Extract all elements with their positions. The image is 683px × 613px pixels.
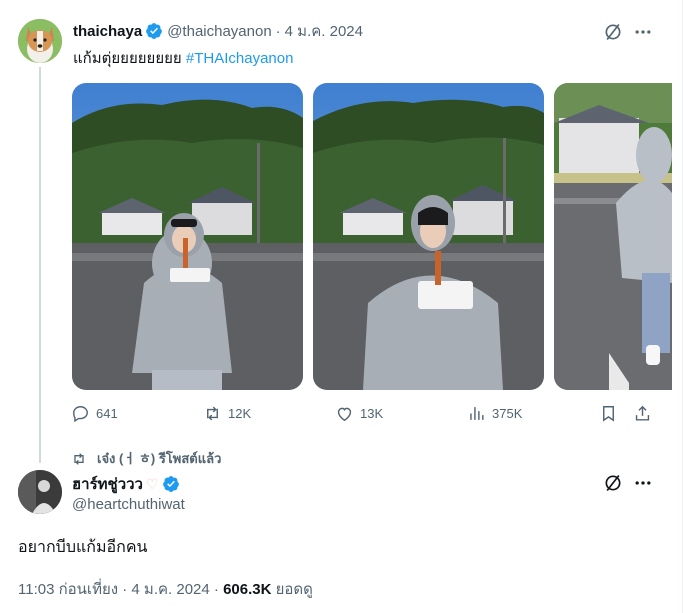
- dog-avatar-image: [18, 19, 62, 63]
- tweet-text: แก้มตุ่ยยยยยยยย #THAIchayanon: [73, 46, 293, 70]
- tweet-photo-2[interactable]: [313, 83, 544, 390]
- verified-badge-icon: [146, 23, 163, 39]
- views-count: 606.3K: [223, 581, 272, 598]
- more-icon[interactable]: [632, 472, 654, 494]
- like-button[interactable]: 13K: [335, 404, 383, 423]
- grok-icon[interactable]: [602, 21, 624, 43]
- user-avatar-image: [18, 470, 62, 514]
- reply-count: 641: [96, 406, 118, 421]
- repost-icon: [74, 452, 84, 465]
- views-button[interactable]: 375K: [467, 404, 522, 423]
- handle[interactable]: @heartchuthiwat: [72, 496, 185, 513]
- like-icon: [337, 407, 352, 422]
- tweet-author: ฮาร์ทชู่ววว ♡: [72, 472, 184, 496]
- timestamp[interactable]: 4 ม.ค. 2024: [285, 19, 363, 43]
- views-icon: [470, 407, 484, 420]
- repost-indicator[interactable]: เจ๋ง (ㅓ ㅎ) รีโพสต์แล้ว: [71, 448, 221, 469]
- grok-icon[interactable]: [602, 472, 624, 494]
- tweet-meta: 11:03 ก่อนเที่ยง · 4 ม.ค. 2024 · 606.3K …: [18, 577, 313, 601]
- tweet-text: อยากบีบแก้มอีกคน: [18, 539, 148, 556]
- hashtag-link[interactable]: #THAIchayanon: [186, 50, 294, 67]
- reply-button[interactable]: 641: [71, 404, 118, 423]
- views-label: ยอดดู: [275, 581, 313, 598]
- repost-count: 12K: [228, 406, 252, 421]
- views-count: 375K: [492, 406, 523, 421]
- tweet-time[interactable]: 11:03 ก่อนเที่ยง: [18, 581, 118, 598]
- like-count: 13K: [360, 406, 384, 421]
- repost-button[interactable]: 12K: [203, 404, 251, 423]
- separator-dot: ·: [275, 22, 281, 40]
- repost-icon: [207, 406, 218, 421]
- bookmark-button[interactable]: [599, 404, 624, 423]
- display-name[interactable]: thaichaya: [73, 23, 142, 40]
- tweet-text-plain: แก้มตุ่ยยยยยยยย: [73, 50, 182, 67]
- tweet-photo-3[interactable]: [554, 83, 672, 390]
- display-name[interactable]: ฮาร์ทชู่ววว: [72, 472, 143, 496]
- more-icon[interactable]: [632, 21, 654, 43]
- share-button[interactable]: [633, 404, 658, 423]
- repost-text: เจ๋ง (ㅓ ㅎ) รีโพสต์แล้ว: [97, 451, 222, 466]
- tweet-header: thaichaya @thaichayanon · 4 ม.ค. 2024: [73, 21, 363, 41]
- tweet-date[interactable]: 4 ม.ค. 2024: [131, 581, 209, 598]
- verified-badge-icon: [162, 476, 179, 492]
- handle[interactable]: @thaichayanon: [167, 23, 271, 40]
- reply-icon: [73, 406, 88, 423]
- avatar[interactable]: [18, 470, 62, 514]
- heart-emoji-icon: ♡: [145, 475, 159, 492]
- tweet-photo-1[interactable]: [72, 83, 303, 390]
- tweet-action-bar: 641 12K 13K 375K: [0, 404, 683, 426]
- avatar[interactable]: [18, 19, 62, 63]
- bookmark-icon: [603, 406, 614, 422]
- share-icon: [635, 405, 650, 421]
- separator-dot: ·: [213, 581, 224, 598]
